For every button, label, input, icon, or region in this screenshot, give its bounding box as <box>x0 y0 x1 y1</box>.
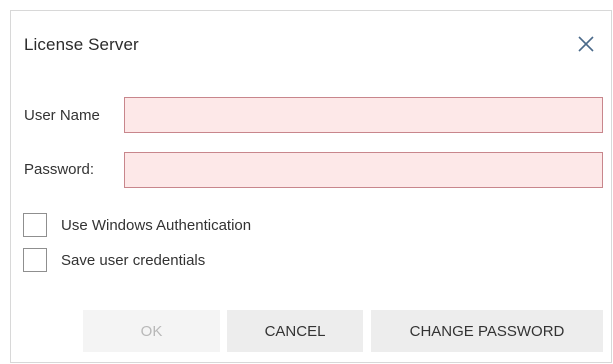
license-server-dialog: License Server User Name Password: Use W… <box>10 10 612 363</box>
close-icon <box>573 31 599 57</box>
save-credentials-option[interactable]: Save user credentials <box>23 247 205 273</box>
password-label: Password: <box>24 161 95 178</box>
save-credentials-checkbox[interactable] <box>23 248 47 272</box>
username-label: User Name <box>24 107 100 124</box>
close-button[interactable] <box>573 31 599 57</box>
save-credentials-label: Save user credentials <box>61 251 206 269</box>
change-password-button[interactable]: CHANGE PASSWORD <box>371 310 603 352</box>
windows-auth-checkbox[interactable] <box>23 213 47 237</box>
cancel-button[interactable]: CANCEL <box>227 310 363 352</box>
ok-button[interactable]: OK <box>83 310 220 352</box>
windows-auth-option[interactable]: Use Windows Authentication <box>23 212 251 238</box>
windows-auth-label: Use Windows Authentication <box>61 216 252 234</box>
password-input[interactable] <box>124 152 603 188</box>
username-input[interactable] <box>124 97 603 133</box>
dialog-title: License Server <box>24 35 139 54</box>
